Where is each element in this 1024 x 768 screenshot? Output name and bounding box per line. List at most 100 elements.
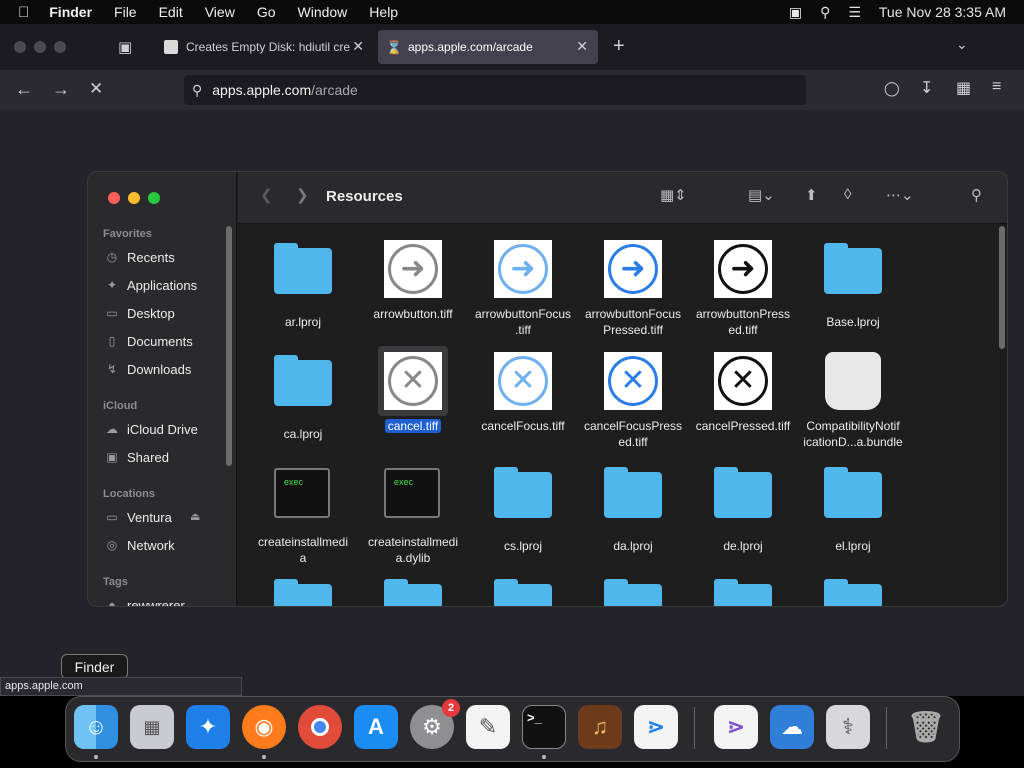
menu-window[interactable]: Window	[298, 4, 348, 20]
file-item-partial[interactable]	[798, 576, 908, 606]
file-item[interactable]: ➜ arrowbuttonFocus Pressed.tiff	[578, 240, 688, 338]
file-item[interactable]: ✕ cancelFocus.tiff	[468, 352, 578, 434]
tab-overview-icon[interactable]: ▣	[118, 38, 132, 56]
finder-zoom-button[interactable]	[148, 192, 160, 204]
file-item-partial[interactable]	[468, 576, 578, 606]
tab-title: Creates Empty Disk: hdiutil cre	[186, 40, 351, 54]
sidebar-item-ventura[interactable]: ▭ Ventura	[105, 506, 172, 528]
file-item-partial[interactable]	[248, 576, 358, 606]
sidebar-section-icloud: iCloud	[103, 400, 138, 412]
icon-view-grid-icon[interactable]: ▦⇕	[660, 186, 687, 204]
apple-menu-icon[interactable]: 	[18, 4, 29, 21]
control-center-icon[interactable]: ☰	[848, 4, 861, 21]
hamburger-menu-icon[interactable]: ≡	[992, 78, 1001, 96]
extensions-puzzle-icon[interactable]: ▦	[956, 78, 971, 98]
dock-app-store-icon[interactable]: A	[354, 705, 398, 749]
dock-disk-utility-icon[interactable]: ⚕	[826, 705, 870, 749]
sidebar-item-tag[interactable]: ● rewwrerer	[105, 594, 184, 607]
file-name-line2: Pressed.tiff	[603, 323, 663, 337]
file-item[interactable]: Base.lproj	[798, 240, 908, 330]
sidebar-item-recents[interactable]: ◷ Recents	[105, 246, 175, 268]
dock-firefox-icon[interactable]: ◉	[242, 705, 286, 749]
menu-app-name[interactable]: Finder	[49, 4, 92, 20]
file-item[interactable]: de.lproj	[688, 464, 798, 554]
dock-launchpad-icon[interactable]: ▦	[130, 705, 174, 749]
forward-chevron-icon[interactable]: ❯	[296, 186, 309, 204]
back-arrow-icon[interactable]: ←	[15, 79, 33, 100]
window-close-button[interactable]	[14, 41, 26, 53]
sidebar-item-desktop[interactable]: ▭ Desktop	[105, 302, 174, 324]
eject-icon[interactable]: ⏏	[190, 510, 200, 523]
sidebar-item-shared[interactable]: ▣ Shared	[105, 446, 169, 468]
file-item[interactable]: exec createinstallmedi a.dylib	[358, 464, 468, 566]
file-name-line2: ed.tiff	[618, 435, 648, 449]
file-name: ar.lproj	[284, 315, 322, 329]
tab-close-icon[interactable]: ✕	[352, 38, 364, 55]
dock-visual-studio-icon[interactable]: ⋗	[714, 705, 758, 749]
finder-close-button[interactable]	[108, 192, 120, 204]
file-item[interactable]: da.lproj	[578, 464, 688, 554]
pocket-icon[interactable]: ◯	[884, 80, 900, 97]
menu-file[interactable]: File	[114, 4, 137, 20]
window-minimize-button[interactable]	[34, 41, 46, 53]
dock-textedit-icon[interactable]: ✎	[466, 705, 510, 749]
back-chevron-icon[interactable]: ❮	[260, 186, 273, 204]
tab-close-icon[interactable]: ✕	[576, 38, 588, 55]
stop-loading-icon[interactable]: ✕	[89, 79, 103, 99]
file-item[interactable]: ➜ arrowbutton.tiff	[358, 240, 468, 322]
more-actions-icon[interactable]: ⋯⌄	[886, 186, 914, 204]
tab-inactive[interactable]: Creates Empty Disk: hdiutil cre ✕	[156, 30, 374, 64]
sidebar-scrollbar[interactable]	[226, 226, 232, 466]
file-item[interactable]: ca.lproj	[248, 352, 358, 442]
file-item-partial[interactable]	[358, 576, 468, 606]
dock-safari-compass-icon[interactable]: ✦	[186, 705, 230, 749]
file-item-partial[interactable]	[578, 576, 688, 606]
dock-garageband-guitar-icon[interactable]: ♫	[578, 705, 622, 749]
file-item[interactable]: ➜ arrowbuttonPress ed.tiff	[688, 240, 798, 338]
dock-vscode-icon[interactable]: ⋗	[634, 705, 678, 749]
file-item[interactable]: exec createinstallmedi a	[248, 464, 358, 566]
sidebar-item-network[interactable]: ◎ Network	[105, 534, 175, 556]
file-item-selected[interactable]: ✕ cancel.tiff	[358, 346, 468, 434]
dock-weather-cloud-icon[interactable]: ☁	[770, 705, 814, 749]
file-grid-scrollbar[interactable]	[999, 226, 1005, 349]
dock-trash-icon[interactable]: 🗑	[904, 705, 948, 749]
file-item[interactable]: ➜ arrowbuttonFocus .tiff	[468, 240, 578, 338]
forward-arrow-icon[interactable]: →	[52, 79, 70, 100]
dock-system-settings-gear-icon[interactable]: ⚙ 2	[410, 699, 460, 749]
sidebar-item-label: Applications	[127, 277, 198, 293]
file-item[interactable]: CompatibilityNotif icationD...a.bundle	[798, 352, 908, 450]
new-tab-plus-icon[interactable]: +	[613, 35, 625, 58]
window-zoom-button[interactable]	[54, 41, 66, 53]
search-icon[interactable]: ⚲	[971, 186, 982, 204]
screen-mirroring-icon[interactable]: ▣	[789, 4, 802, 21]
share-icon[interactable]: ⬆	[805, 186, 818, 204]
menu-edit[interactable]: Edit	[159, 4, 183, 20]
sidebar-item-downloads[interactable]: ↯ Downloads	[105, 358, 191, 380]
list-all-tabs-chevron-icon[interactable]: ⌄	[956, 36, 968, 53]
file-item-partial[interactable]	[688, 576, 798, 606]
sidebar-item-documents[interactable]: ▯ Documents	[105, 330, 193, 352]
file-item[interactable]: el.lproj	[798, 464, 908, 554]
spotlight-search-icon[interactable]: ⚲	[820, 4, 830, 21]
dock-finder-icon[interactable]: ☺	[74, 705, 118, 749]
downloads-icon[interactable]: ↧	[920, 78, 933, 98]
sidebar-item-applications[interactable]: ✦ Applications	[105, 274, 197, 296]
dock-chrome-icon[interactable]	[298, 705, 342, 749]
sidebar-item-icloud-drive[interactable]: ☁ iCloud Drive	[105, 418, 198, 440]
dock-terminal-icon[interactable]: >_	[522, 705, 566, 749]
menu-view[interactable]: View	[205, 4, 235, 20]
file-item[interactable]: ar.lproj	[248, 240, 358, 330]
menu-clock[interactable]: Tue Nov 28 3:35 AM	[879, 4, 1006, 20]
tab-active[interactable]: ⌛ apps.apple.com/arcade ✕	[378, 30, 598, 64]
finder-minimize-button[interactable]	[128, 192, 140, 204]
tag-icon[interactable]: ◊	[844, 186, 851, 203]
file-item[interactable]: cs.lproj	[468, 464, 578, 554]
file-item[interactable]: ✕ cancelPressed.tiff	[688, 352, 798, 434]
menu-go[interactable]: Go	[257, 4, 276, 20]
menu-help[interactable]: Help	[369, 4, 398, 20]
group-by-icon[interactable]: ▤⌄	[748, 186, 775, 204]
file-item[interactable]: ✕ cancelFocusPress ed.tiff	[578, 352, 688, 450]
url-bar[interactable]: ⚲ apps.apple.com /arcade	[184, 75, 806, 105]
file-name: cancelPressed.tiff	[695, 419, 791, 433]
